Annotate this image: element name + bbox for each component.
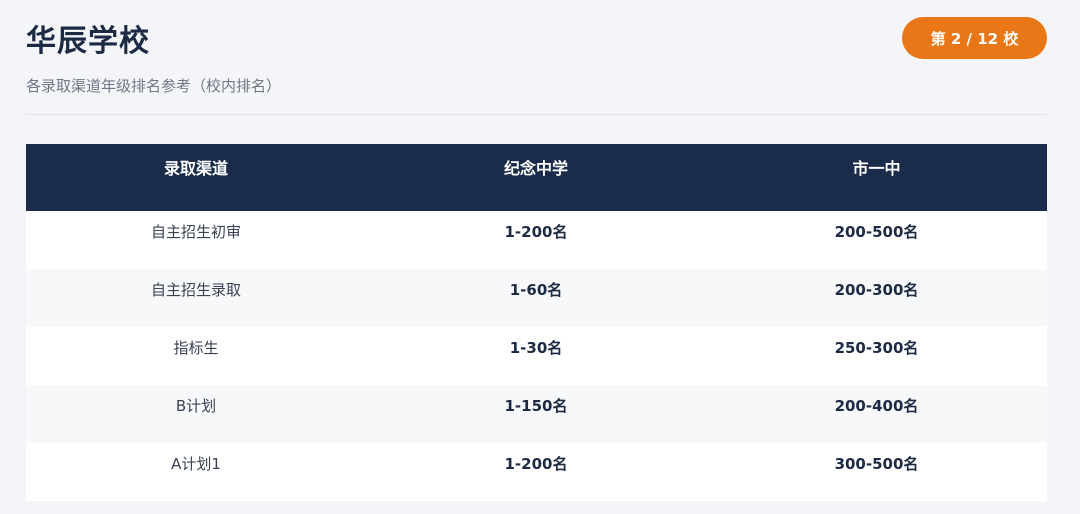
table-row: 自主招生初审 1-200名 200-500名	[26, 211, 1047, 269]
table-body: 自主招生初审 1-200名 200-500名 自主招生录取 1-60名 200-…	[26, 211, 1047, 501]
channel-cell: 自主招生初审	[150, 223, 241, 241]
jinian-rank-cell: 1-60名	[509, 281, 563, 299]
page-subtitle: 各录取渠道年级排名参考（校内排名）	[26, 77, 282, 95]
city-no1-rank-cell: 200-500名	[834, 223, 919, 241]
ranking-table: 录取渠道 纪念中学 市一中 自主招生初审 1-200名 200-500名 自主招…	[26, 144, 1047, 501]
city-no1-rank-cell: 250-300名	[834, 339, 919, 357]
column-header-channel: 录取渠道	[163, 159, 228, 178]
page-header: 华辰学校 各录取渠道年级排名参考（校内排名） 第 2 / 12 校	[26, 0, 1047, 115]
jinian-rank-cell: 1-150名	[504, 397, 568, 415]
table-header: 录取渠道 纪念中学 市一中	[26, 144, 1047, 211]
table-row: B计划 1-150名 200-400名	[26, 385, 1047, 443]
table-row: 自主招生录取 1-60名 200-300名	[26, 269, 1047, 327]
channel-cell: 自主招生录取	[150, 281, 241, 299]
rank-badge: 第 2 / 12 校	[902, 17, 1047, 59]
city-no1-rank-cell: 200-300名	[834, 281, 919, 299]
city-no1-rank-cell: 300-500名	[834, 455, 919, 473]
jinian-rank-cell: 1-200名	[504, 455, 568, 473]
channel-cell: B计划	[175, 397, 217, 415]
jinian-rank-cell: 1-200名	[504, 223, 568, 241]
table-header-row: 录取渠道 纪念中学 市一中	[26, 144, 1047, 211]
table-row: 指标生 1-30名 250-300名	[26, 327, 1047, 385]
city-no1-rank-cell: 200-400名	[834, 397, 919, 415]
table-row: A计划1 1-200名 300-500名	[26, 443, 1047, 501]
channel-cell: A计划1	[171, 455, 221, 473]
ranking-table-container: 录取渠道 纪念中学 市一中 自主招生初审 1-200名 200-500名 自主招…	[26, 144, 1047, 501]
jinian-rank-cell: 1-30名	[509, 339, 563, 357]
channel-cell: 指标生	[173, 339, 219, 357]
page-title: 华辰学校	[26, 24, 150, 59]
column-header-jinian-school: 纪念中学	[503, 159, 568, 178]
column-header-city-no1-school: 市一中	[852, 159, 901, 178]
